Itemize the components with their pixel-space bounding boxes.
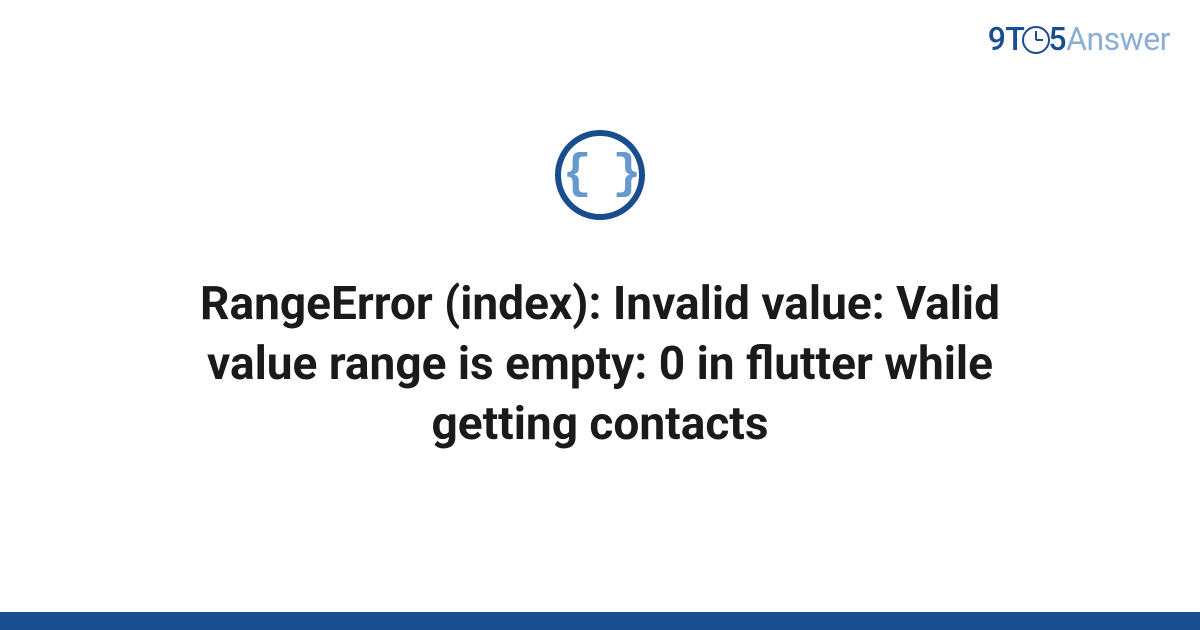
logo-text-5: 5 [1048,20,1066,58]
code-braces-icon: { } [563,151,637,199]
main-content: { } RangeError (index): Invalid value: V… [0,130,1200,454]
logo-text-9t: 9T [988,20,1025,58]
question-title: RangeError (index): Invalid value: Valid… [100,275,1100,454]
clock-icon [1022,26,1050,54]
footer-bar [0,612,1200,630]
logo-text-answer: Answer [1066,20,1170,58]
site-logo: 9T 5Answer [988,20,1170,58]
category-icon-circle: { } [555,130,645,220]
